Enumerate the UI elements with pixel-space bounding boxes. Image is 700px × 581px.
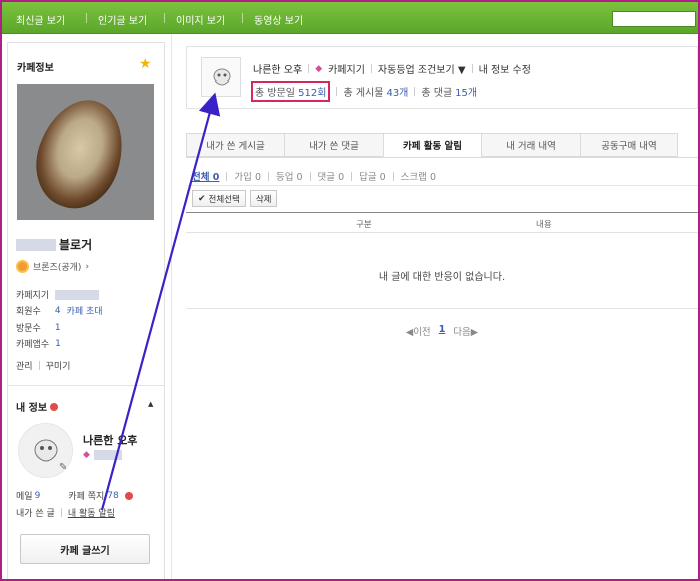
col-content: 내용: [536, 220, 552, 230]
top-nav: 최신글 보기 인기글 보기 이미지 보기 동영상 보기: [2, 2, 698, 34]
tab-group-buy[interactable]: 공동구매 내역: [580, 133, 678, 157]
notification-dot-icon: [50, 402, 59, 411]
invite-link[interactable]: 카페 초대: [67, 304, 103, 317]
tab-bar: 내가 쓴 게시글 내가 쓴 댓글 카페 활동 알림 내 거래 내역 공동구매 내…: [186, 133, 698, 157]
pagination: ◀이전 1 다음▶: [186, 324, 698, 338]
activity-row: 내가 쓴 글 내 활동 알림: [16, 506, 115, 519]
filter-join[interactable]: 가입 0: [234, 169, 261, 183]
write-post-button[interactable]: 카페 글쓰기: [20, 534, 150, 564]
visit-days-highlight: 총 방문일 512회: [251, 81, 331, 102]
gem-row: ◆: [83, 450, 122, 460]
filter-all[interactable]: 전체 0: [192, 169, 219, 183]
role-label: 카페지기: [328, 65, 365, 76]
my-posts-link[interactable]: 내가 쓴 글: [16, 506, 55, 519]
empty-message: 내 글에 대한 반응이 없습니다.: [378, 272, 506, 283]
decorate-link[interactable]: 꾸미기: [46, 359, 71, 372]
profile-stats: 총 방문일 512회 총 게시물 43개 총 댓글 15개: [251, 81, 477, 102]
tab-my-trades[interactable]: 내 거래 내역: [481, 133, 580, 157]
profile-box: 나른한 오후 ◆ 카페지기 자동등업 조건보기 ▼ 내 정보 수정 총 방문일 …: [186, 46, 698, 109]
table-header: 구분 내용: [186, 212, 698, 233]
edit-info-link[interactable]: 내 정보 수정: [479, 61, 531, 76]
left-sidebar: 카페정보 ★ 블로거 브론즈(공개) › 카페지기 회원수 4 카페 초대 방문…: [7, 42, 165, 579]
filter-reply[interactable]: 답글 0: [359, 169, 386, 183]
star-icon[interactable]: ★: [139, 56, 152, 72]
posts-count[interactable]: 43개: [386, 84, 408, 99]
auto-rank-link[interactable]: 자동등업 조건보기 ▼: [378, 61, 466, 76]
window-frame: 최신글 보기 인기글 보기 이미지 보기 동영상 보기 카페정보 ★ 블로거 브…: [0, 0, 700, 581]
ghost-avatar-icon: [213, 68, 231, 86]
tab-cafe-activity[interactable]: 카페 활동 알림: [383, 133, 481, 157]
activity-link[interactable]: 내 활동 알림: [68, 506, 115, 519]
collapse-icon[interactable]: ▲: [148, 400, 153, 408]
nav-popular-posts[interactable]: 인기글 보기: [98, 12, 147, 27]
medal-icon: [16, 260, 29, 273]
prev-page[interactable]: ◀이전: [406, 324, 431, 338]
note-link[interactable]: 카페 쪽지: [68, 489, 104, 502]
gem-icon: ◆: [83, 450, 90, 460]
my-nickname[interactable]: 나른한 오후: [83, 432, 137, 448]
comments-count[interactable]: 15개: [455, 84, 477, 99]
chevron-right-icon: ›: [85, 261, 90, 272]
profile-nickname[interactable]: 나른한 오후: [253, 61, 302, 76]
nav-videos[interactable]: 동영상 보기: [254, 12, 303, 27]
nav-latest-posts[interactable]: 최신글 보기: [16, 12, 65, 27]
select-all-button[interactable]: ✔ 전체선택: [192, 190, 246, 207]
filter-row: 전체 0 가입 0 등업 0 댓글 0 답글 0 스크랩 0: [192, 169, 436, 183]
gem-icon: ◆: [315, 63, 323, 74]
manage-row: 관리 꾸미기: [16, 359, 70, 372]
filter-comment[interactable]: 댓글 0: [318, 169, 345, 183]
tab-my-comments[interactable]: 내가 쓴 댓글: [284, 133, 383, 157]
visits-row: 방문수 1: [16, 322, 61, 335]
apps-row: 카페앱수 1: [16, 338, 61, 351]
cafe-info-title: 카페정보: [17, 63, 54, 74]
profile-avatar[interactable]: [201, 57, 241, 97]
checkmark-icon: ✔: [198, 193, 206, 204]
cafe-name[interactable]: 블로거: [16, 236, 92, 253]
col-category: 구분: [356, 220, 372, 230]
my-info-title: 내 정보: [16, 399, 59, 414]
tab-my-posts[interactable]: 내가 쓴 게시글: [186, 133, 284, 157]
delete-button[interactable]: 삭제: [249, 190, 278, 207]
nav-images[interactable]: 이미지 보기: [176, 12, 225, 27]
next-page[interactable]: 다음▶: [453, 324, 478, 338]
search-input[interactable]: [612, 11, 696, 27]
members-row: 회원수 4 카페 초대: [16, 304, 103, 318]
cafe-image: [17, 84, 154, 220]
blurred-name: [16, 238, 56, 251]
filter-rankup[interactable]: 등업 0: [276, 169, 303, 183]
notification-dot-icon: [124, 491, 133, 500]
pencil-icon[interactable]: ✎: [59, 462, 67, 473]
profile-line1: 나른한 오후 ◆ 카페지기 자동등업 조건보기 ▼ 내 정보 수정: [253, 61, 531, 77]
action-buttons: ✔ 전체선택 삭제: [192, 190, 278, 207]
page-current[interactable]: 1: [439, 324, 446, 338]
cafe-rank[interactable]: 브론즈(공개) ›: [16, 260, 89, 273]
mail-link[interactable]: 메일: [16, 489, 33, 502]
mail-row: 메일 9 카페 쪽지 78: [16, 489, 133, 502]
manager-row: 카페지기: [16, 288, 100, 301]
filter-scrap[interactable]: 스크랩 0: [401, 169, 436, 183]
manage-link[interactable]: 관리: [16, 359, 33, 372]
